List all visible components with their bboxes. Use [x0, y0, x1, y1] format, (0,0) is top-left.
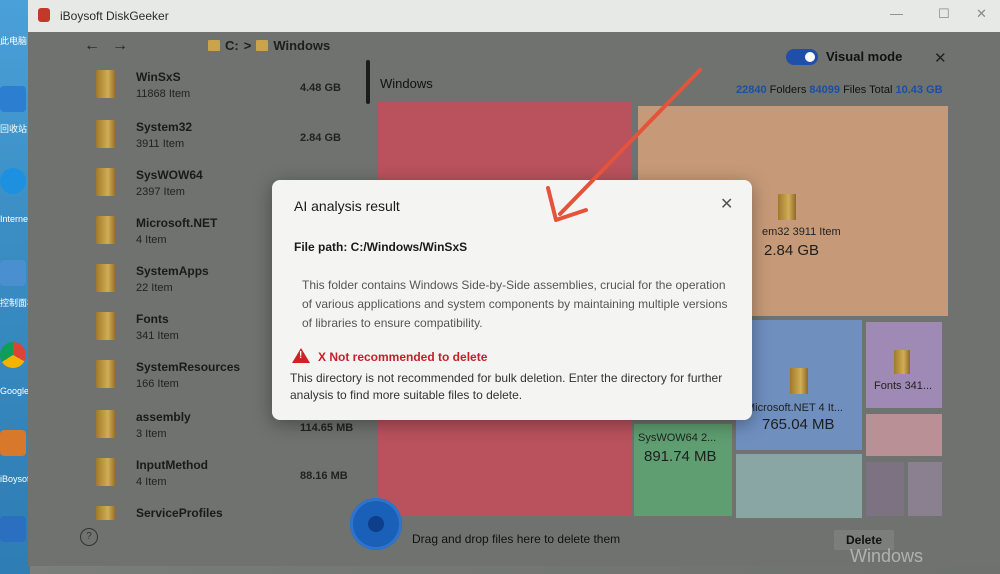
annotation-arrow-icon	[546, 68, 702, 222]
